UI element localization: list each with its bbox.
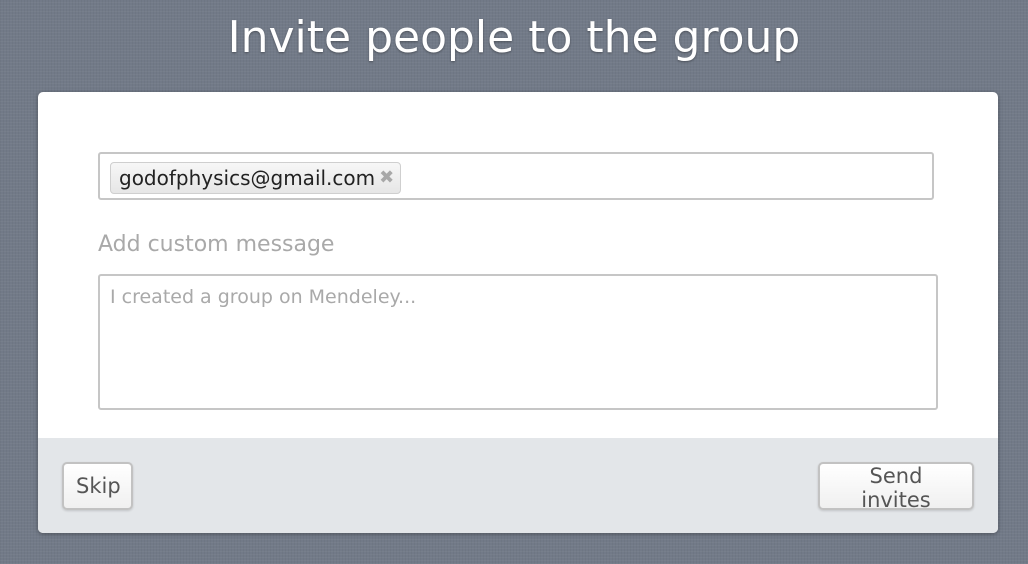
footer-bar: Skip Send invites [38,438,998,533]
recipients-input[interactable]: godofphysics@gmail.com ✖ [98,152,934,200]
custom-message-label: Add custom message [98,232,335,257]
page-title: Invite people to the group [227,12,801,63]
custom-message-textarea[interactable] [98,274,938,410]
invite-card: godofphysics@gmail.com ✖ Add custom mess… [38,92,998,533]
skip-button[interactable]: Skip [62,462,133,510]
recipient-token: godofphysics@gmail.com ✖ [110,162,402,194]
send-invites-button[interactable]: Send invites [818,462,974,512]
recipient-token-label: godofphysics@gmail.com [119,166,376,190]
close-icon[interactable]: ✖ [379,169,394,187]
